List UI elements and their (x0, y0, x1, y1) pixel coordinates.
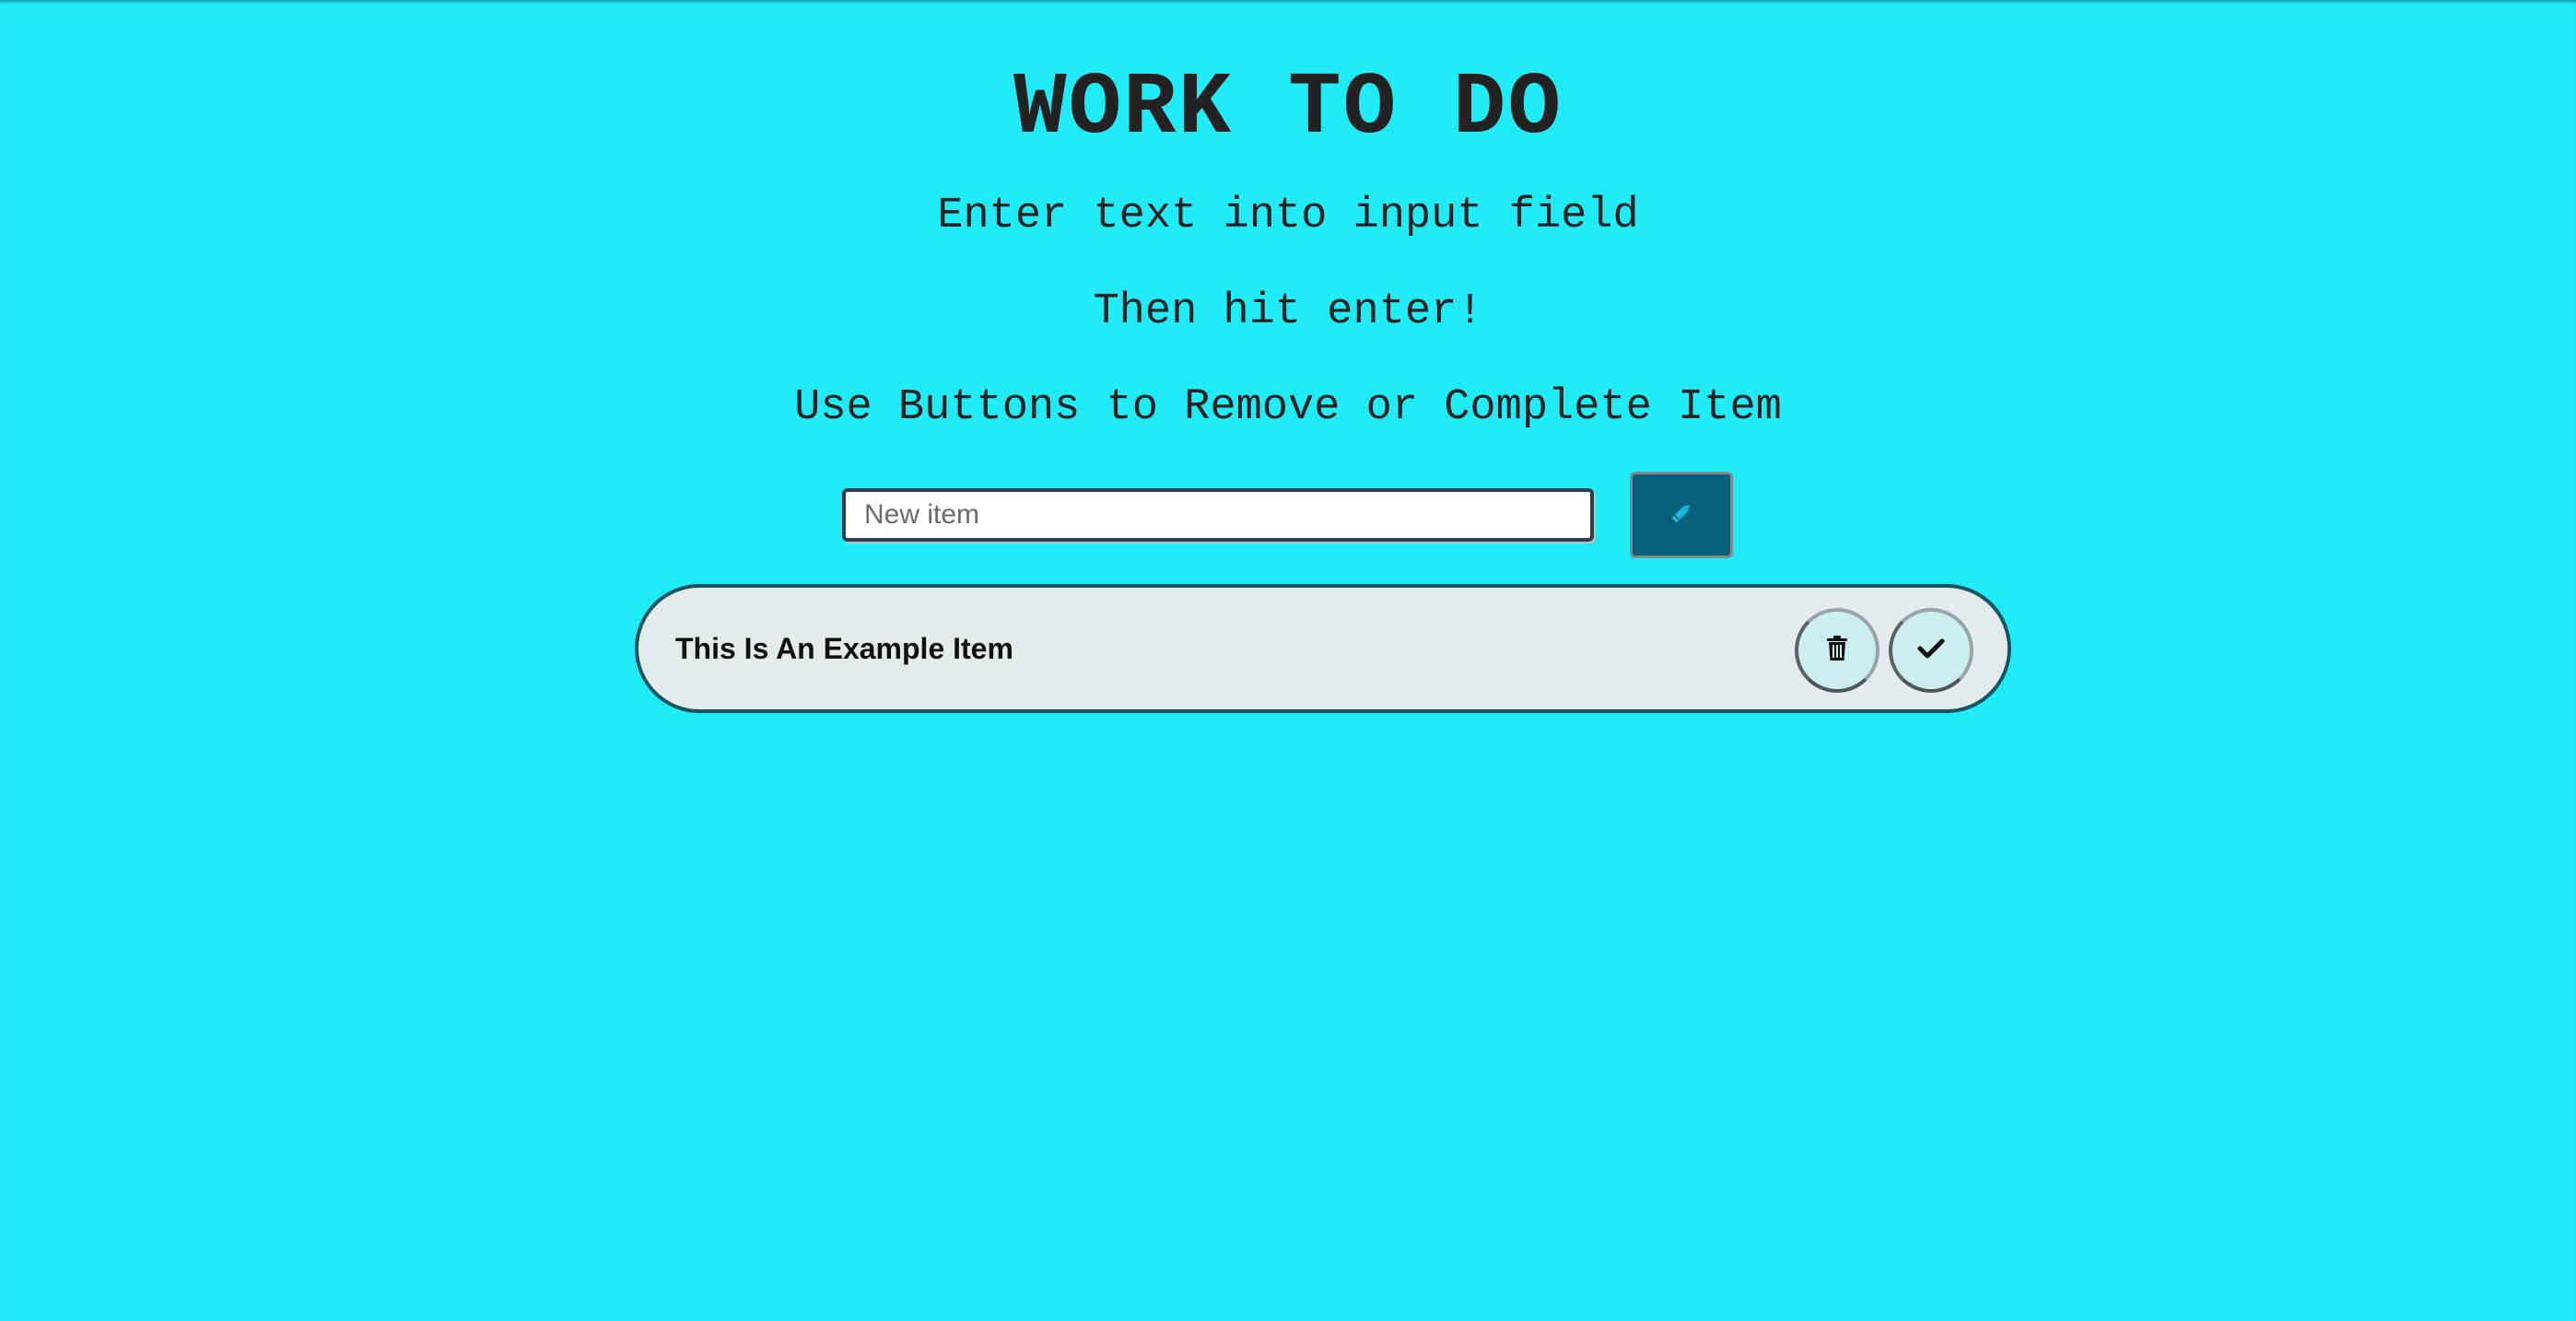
instruction-text-1: Enter text into input field (937, 192, 1639, 240)
todo-list-item: This Is An Example Item (635, 584, 2011, 713)
trash-icon (1826, 635, 1848, 666)
add-item-button[interactable] (1630, 472, 1733, 558)
todo-item-text: This Is An Example Item (675, 632, 1013, 665)
pencil-icon (1668, 499, 1695, 532)
complete-item-button[interactable] (1889, 608, 1973, 693)
page-title: WORK TO DO (1013, 58, 1563, 158)
remove-item-button[interactable] (1795, 608, 1879, 693)
instruction-text-3: Use Buttons to Remove or Complete Item (794, 383, 1782, 432)
new-item-input[interactable] (842, 488, 1594, 542)
checkmark-icon (1917, 637, 1945, 664)
instruction-text-2: Then hit enter! (1093, 287, 1483, 336)
